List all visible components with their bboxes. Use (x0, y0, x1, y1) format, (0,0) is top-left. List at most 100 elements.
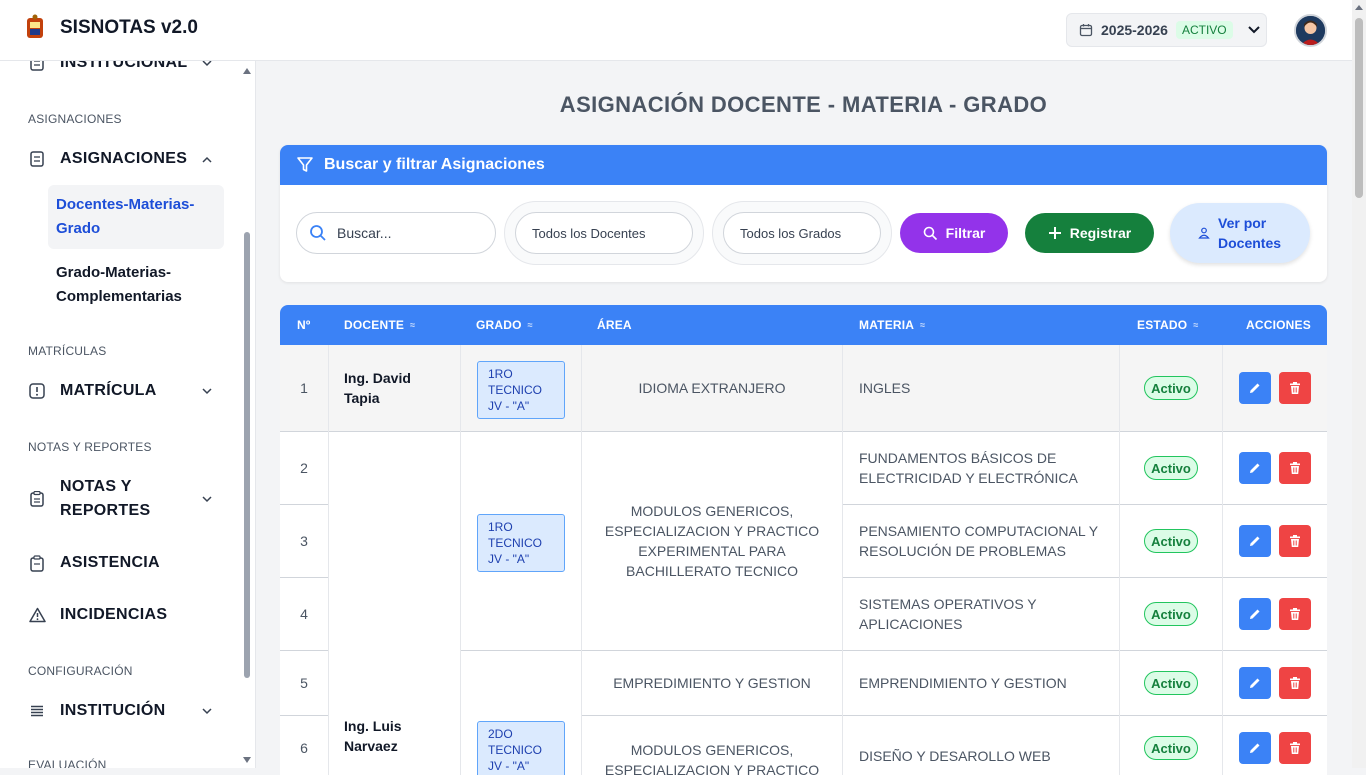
section-label-notas-reportes: NOTAS Y REPORTES (28, 440, 152, 454)
sidebar-item-asignaciones[interactable]: ASIGNACIONES (28, 147, 218, 171)
page-scrollbar[interactable] (1352, 0, 1366, 768)
materia-cell: SISTEMAS OPERATIVOS Y APLICACIONES (859, 595, 1037, 632)
grados-select[interactable]: Todos los Grados (723, 212, 881, 254)
search-icon (923, 226, 937, 240)
area-cell: MODULOS GENERICOS, ESPECIALIZACION Y PRA… (604, 502, 820, 579)
teacher-icon (1198, 227, 1210, 239)
docentes-select-wrapper: Todos los Docentes (504, 201, 704, 265)
school-year-selector[interactable]: 2025-2026 ACTIVO (1066, 13, 1267, 47)
search-placeholder: Buscar... (337, 225, 392, 241)
delete-button[interactable] (1279, 598, 1311, 630)
sidebar-item-asistencia[interactable]: ASISTENCIA (28, 551, 218, 575)
sidebar-item-institucional[interactable]: INSTITUCIONAL (28, 61, 218, 75)
chevron-up-icon (202, 156, 212, 163)
ver-por-docentes-button[interactable]: Ver por Docentes (1170, 203, 1310, 263)
delete-button[interactable] (1279, 525, 1311, 557)
status-badge: Activo (1144, 529, 1198, 553)
pencil-icon (1250, 536, 1260, 546)
chevron-down-icon (202, 387, 212, 394)
materia-cell: PENSAMIENTO COMPUTACIONAL Y RESOLUCIÓN D… (859, 522, 1098, 559)
brand[interactable]: SISNOTAS v2.0 (24, 14, 198, 42)
column-header-n: Nº (297, 318, 311, 332)
sort-icon[interactable]: ≈ (410, 320, 415, 330)
sidebar-scrollbar-thumb[interactable] (244, 232, 250, 678)
column-header-docente[interactable]: DOCENTE ≈ (344, 305, 415, 345)
delete-button[interactable] (1279, 732, 1311, 764)
area-cell: EMPREDIMIENTO Y GESTION (613, 674, 811, 691)
filtrar-button[interactable]: Filtrar (900, 213, 1008, 253)
edit-button[interactable] (1239, 372, 1271, 404)
page-title: ASIGNACIÓN DOCENTE - MATERIA - GRADO (559, 92, 1048, 117)
filter-panel-header: Buscar y filtrar Asignaciones (280, 145, 1327, 185)
row-number: 5 (300, 674, 308, 691)
materia-cell: INGLES (859, 380, 911, 396)
status-badge: Activo (1144, 736, 1198, 760)
area-cell: IDIOMA EXTRANJERO (638, 380, 786, 396)
status-badge: Activo (1144, 602, 1198, 626)
materia-cell: EMPRENDIMIENTO Y GESTION (859, 674, 1067, 691)
document-list-icon (28, 150, 46, 168)
delete-button[interactable] (1279, 372, 1311, 404)
scroll-up-icon[interactable] (242, 67, 252, 75)
plus-icon (1048, 227, 1061, 239)
sort-icon[interactable]: ≈ (528, 320, 533, 330)
column-divider (1119, 345, 1120, 775)
row-number: 3 (300, 532, 308, 549)
sidebar-item-institucion[interactable]: INSTITUCIÓN (28, 699, 218, 723)
edit-button[interactable] (1239, 667, 1271, 699)
school-crest-icon (27, 14, 43, 38)
area-cell: MODULOS GENERICOS, ESPECIALIZACION Y PRA… (604, 742, 820, 775)
filter-panel: Buscar y filtrar Asignaciones Buscar... … (280, 145, 1327, 282)
status-badge: Activo (1144, 671, 1198, 695)
registrar-button[interactable]: Registrar (1025, 213, 1154, 253)
asignaciones-table: Nº DOCENTE ≈ GRADO ≈ ÁREA MATERIA ≈ ESTADO ≈… (280, 305, 1327, 775)
sidebar-subitem-docentes-materias-grado[interactable]: Docentes-Materias-Grado (48, 185, 224, 249)
year-status-badge: ACTIVO (1175, 21, 1233, 39)
sidebar-subitem-grado-materias-complementarias[interactable]: Grado-Materias-Complementarias (48, 253, 224, 317)
trash-icon (1290, 677, 1300, 689)
warning-triangle-icon (28, 606, 46, 624)
column-header-grado[interactable]: GRADO ≈ (476, 305, 533, 345)
edit-button[interactable] (1239, 732, 1271, 764)
column-divider (842, 345, 843, 775)
clipboard-check-icon (28, 554, 46, 572)
document-icon (28, 61, 46, 72)
sidebar-scrollbar[interactable] (242, 67, 252, 767)
list-lines-icon (28, 702, 46, 720)
pencil-icon (1250, 743, 1260, 753)
grade-badge: 1RO TECNICO JV - "A" (477, 361, 565, 419)
chevron-down-icon (1247, 26, 1260, 34)
grade-badge: 2DO TECNICO JV - "A" (477, 721, 565, 775)
sidebar-item-incidencias[interactable]: INCIDENCIAS (28, 603, 218, 627)
trash-icon (1290, 608, 1300, 620)
section-label-asignaciones: ASIGNACIONES (28, 112, 122, 126)
delete-button[interactable] (1279, 667, 1311, 699)
sort-icon[interactable]: ≈ (1193, 320, 1198, 330)
sort-icon[interactable]: ≈ (920, 320, 925, 330)
page-scrollbar-thumb[interactable] (1355, 18, 1363, 198)
delete-button[interactable] (1279, 452, 1311, 484)
scroll-up-icon[interactable] (1355, 5, 1363, 10)
edit-button[interactable] (1239, 525, 1271, 557)
column-header-estado[interactable]: ESTADO ≈ (1137, 305, 1198, 345)
trash-icon (1290, 535, 1300, 547)
sidebar-item-matricula[interactable]: MATRÍCULA (28, 379, 218, 403)
top-header: SISNOTAS v2.0 2025-2026 ACTIVO (0, 0, 1352, 61)
edit-button[interactable] (1239, 598, 1271, 630)
edit-button[interactable] (1239, 452, 1271, 484)
column-divider (460, 345, 461, 775)
scroll-down-icon[interactable] (242, 756, 252, 764)
sidebar-item-notas-reportes[interactable]: NOTAS Y REPORTES (28, 474, 218, 524)
section-label-configuracion: CONFIGURACIÓN (28, 664, 133, 678)
user-avatar[interactable] (1294, 14, 1327, 47)
column-header-materia[interactable]: MATERIA ≈ (859, 305, 925, 345)
docentes-select[interactable]: Todos los Docentes (515, 212, 693, 254)
chevron-down-icon (202, 495, 212, 502)
filter-panel-title: Buscar y filtrar Asignaciones (324, 156, 545, 173)
row-number: 2 (300, 459, 308, 476)
pencil-icon (1250, 678, 1260, 688)
user-avatar-icon (1296, 16, 1325, 45)
search-input[interactable]: Buscar... (296, 212, 496, 254)
column-header-acciones: ACCIONES (1246, 318, 1311, 332)
docente-cell: Ing. Luis Narvaez (344, 718, 402, 754)
